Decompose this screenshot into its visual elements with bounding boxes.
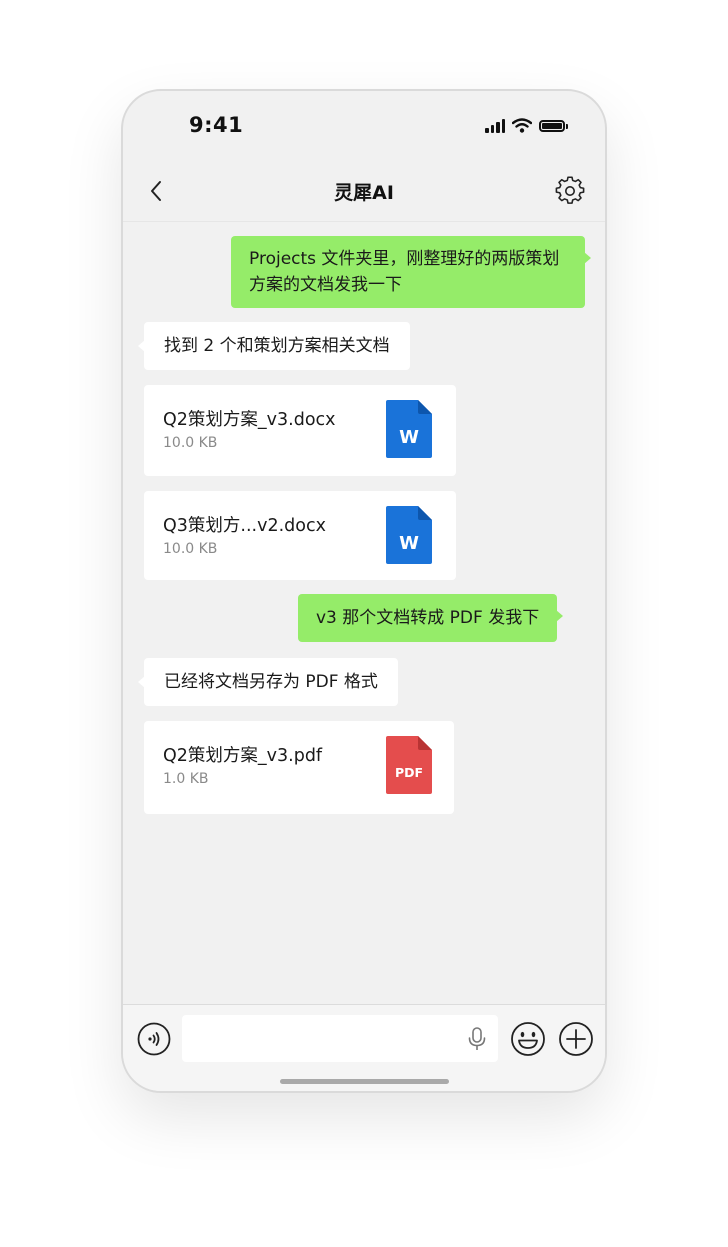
ai-message-text: 找到 2 个和策划方案相关文档 (164, 336, 390, 356)
ai-message-text: 已经将文档另存为 PDF 格式 (164, 672, 378, 692)
file-card[interactable]: Q3策划方...v2.docx 10.0 KB W (144, 491, 456, 580)
status-bar: 9:41 (123, 91, 605, 163)
cellular-signal-icon (485, 118, 505, 133)
file-size: 10.0 KB (163, 541, 218, 557)
file-icon-label: W (399, 533, 419, 554)
file-icon-label: PDF (395, 765, 423, 780)
file-name: Q2策划方案_v3.docx (163, 410, 336, 430)
user-message-text: Projects 文件夹里，刚整理好的两版策划方案的文档发我一下 (249, 249, 560, 295)
nav-bar: 灵犀AI (123, 163, 605, 222)
ai-message: 已经将文档另存为 PDF 格式 (138, 658, 398, 706)
emoji-icon[interactable] (510, 1021, 546, 1057)
page-title: 灵犀AI (334, 182, 394, 204)
user-message-text: v3 那个文档转成 PDF 发我下 (316, 608, 540, 628)
word-doc-icon: W (386, 400, 432, 458)
ai-message: 找到 2 个和策划方案相关文档 (138, 322, 410, 370)
file-size: 10.0 KB (163, 435, 218, 451)
wifi-icon (512, 118, 532, 133)
pdf-doc-icon: PDF (386, 736, 432, 794)
plus-icon[interactable] (558, 1021, 594, 1057)
voice-mode-icon[interactable] (137, 1022, 171, 1056)
file-size: 1.0 KB (163, 771, 209, 787)
battery-icon (539, 119, 568, 132)
file-name: Q3策划方...v2.docx (163, 516, 326, 536)
file-icon-label: W (399, 427, 419, 448)
file-name: Q2策划方案_v3.pdf (163, 746, 323, 766)
home-indicator (280, 1079, 449, 1084)
status-icons (485, 118, 568, 133)
word-doc-icon: W (386, 506, 432, 564)
gear-icon[interactable] (555, 176, 585, 206)
microphone-icon[interactable] (466, 1027, 488, 1051)
user-message: v3 那个文档转成 PDF 发我下 (298, 594, 564, 642)
status-time: 9:41 (189, 113, 244, 137)
file-card[interactable]: Q2策划方案_v3.docx 10.0 KB W (144, 385, 456, 476)
message-input[interactable] (182, 1015, 498, 1062)
phone-frame: 9:41 灵犀AI Projects 文件夹里，刚整理好的两版策划方案的文档发我… (121, 89, 607, 1093)
file-card[interactable]: Q2策划方案_v3.pdf 1.0 KB PDF (144, 721, 454, 814)
user-message: Projects 文件夹里，刚整理好的两版策划方案的文档发我一下 (231, 236, 591, 308)
